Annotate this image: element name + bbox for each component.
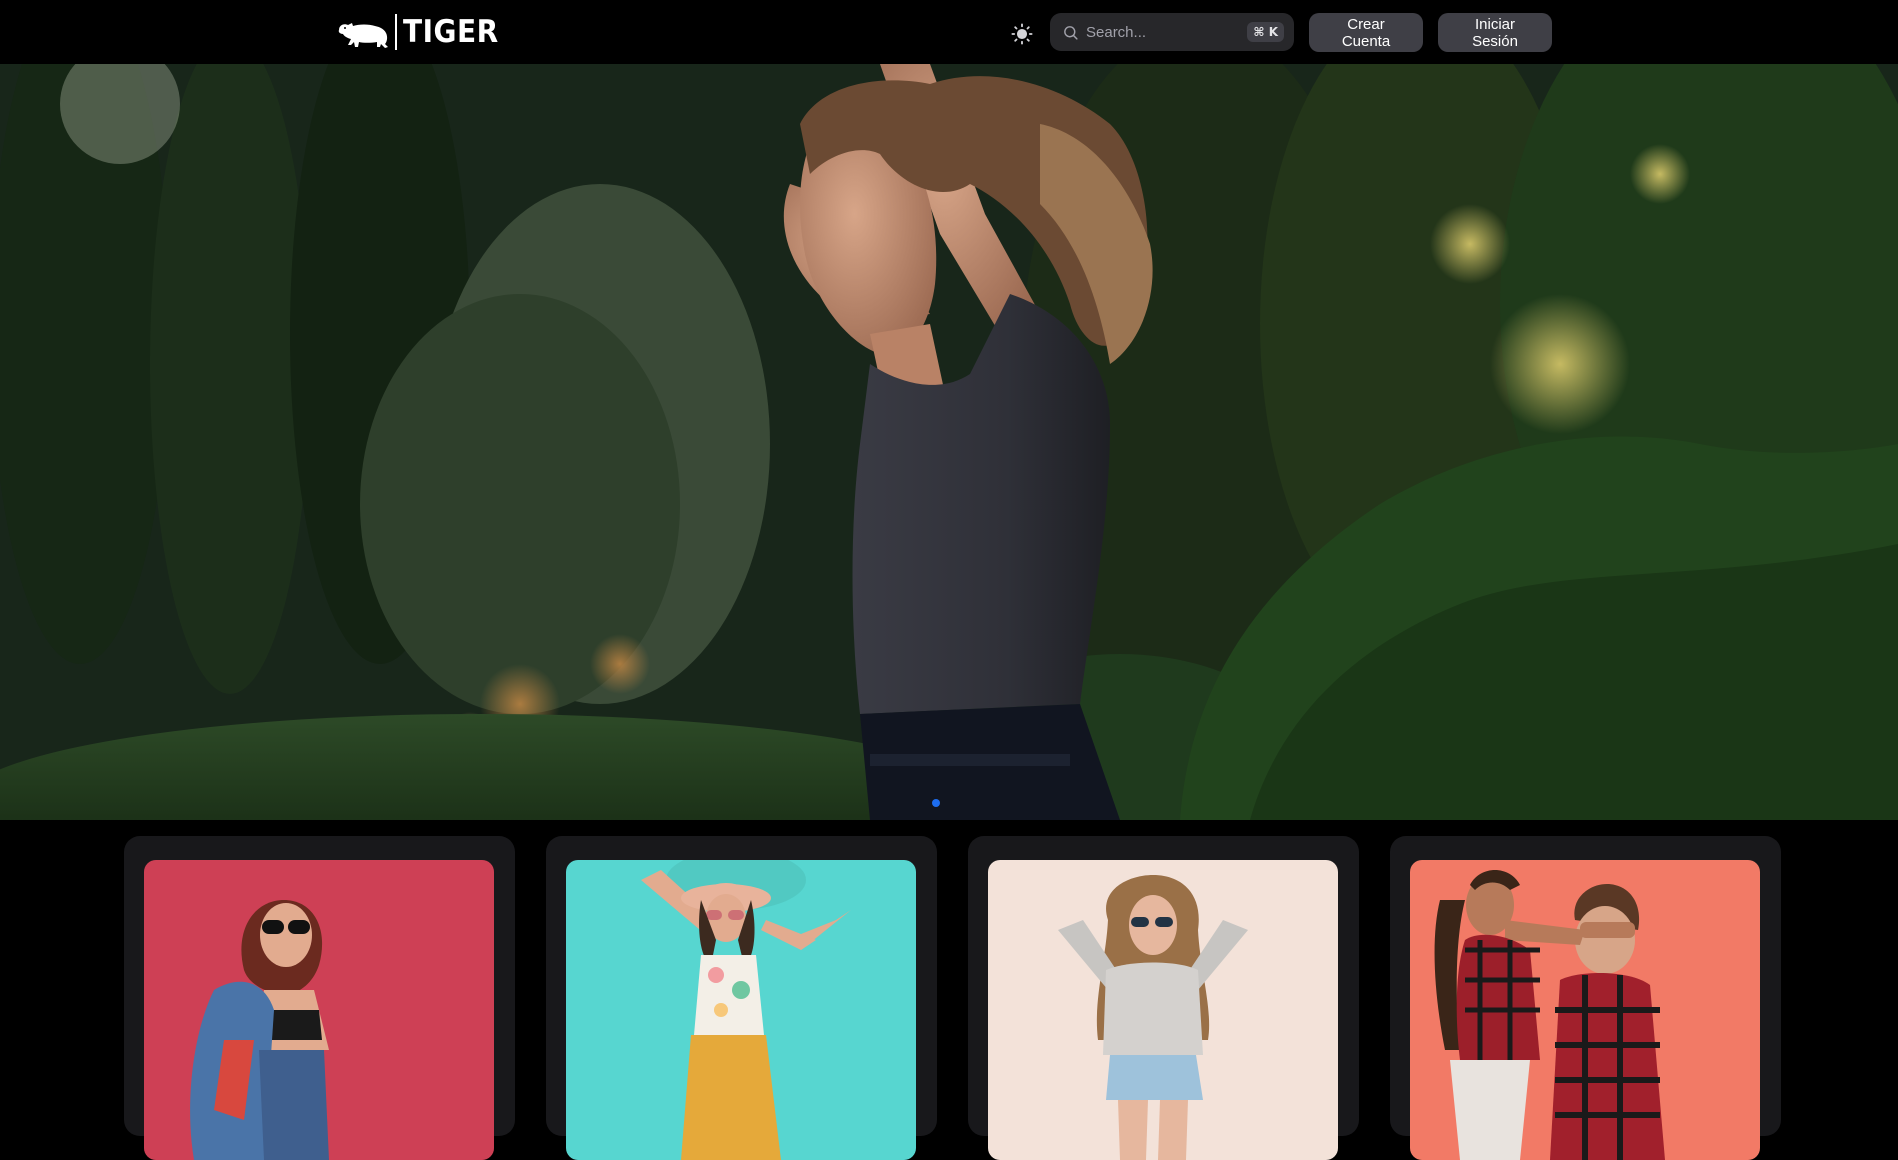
product-image <box>144 860 494 1160</box>
navbar: TIGER ⌘ K Crear Cuenta Iniciar Sesión <box>0 0 1898 64</box>
brand-name: TIGER <box>403 13 499 50</box>
product-card[interactable] <box>546 836 937 1160</box>
theme-toggle[interactable] <box>1008 20 1036 48</box>
product-image <box>566 860 916 1160</box>
hero-image <box>0 64 1898 820</box>
tiger-icon <box>338 23 388 48</box>
search-input[interactable] <box>1086 23 1248 41</box>
search-box[interactable]: ⌘ K <box>1050 13 1294 51</box>
product-card[interactable] <box>1390 836 1781 1160</box>
search-shortcut: ⌘ K <box>1247 22 1284 42</box>
sun-icon <box>1011 23 1033 45</box>
product-image <box>988 860 1338 1160</box>
logo-divider <box>395 14 397 50</box>
login-button[interactable]: Iniciar Sesión <box>1438 13 1552 52</box>
product-card[interactable] <box>124 836 515 1160</box>
product-image <box>1410 860 1760 1160</box>
search-icon <box>1064 25 1078 40</box>
create-account-button[interactable]: Crear Cuenta <box>1309 13 1423 52</box>
brand-logo[interactable]: TIGER <box>335 13 499 50</box>
carousel-indicator-active[interactable] <box>932 799 940 807</box>
hero-carousel[interactable] <box>0 64 1898 820</box>
product-card[interactable] <box>968 836 1359 1160</box>
product-grid <box>0 820 1898 1160</box>
